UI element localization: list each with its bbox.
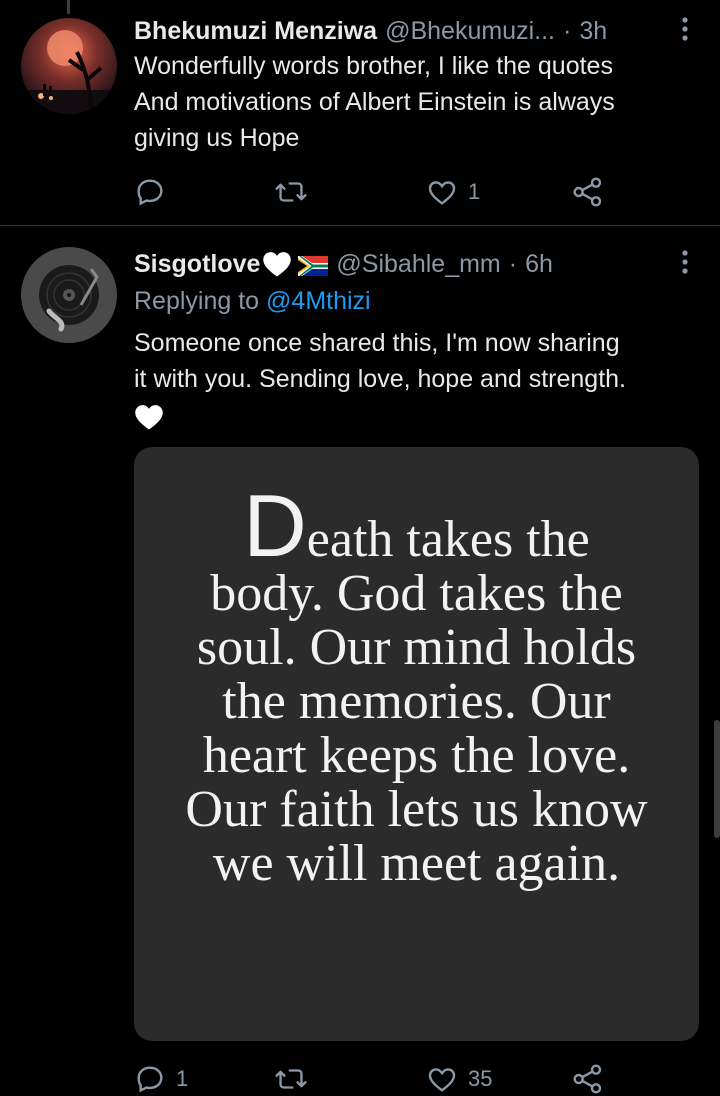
south-africa-flag-icon bbox=[298, 254, 329, 276]
mention-link[interactable]: @4Mthizi bbox=[266, 287, 371, 315]
more-icon[interactable] bbox=[670, 14, 700, 44]
like-button[interactable]: 35 bbox=[426, 1059, 492, 1096]
quote-dropcap: D bbox=[243, 476, 307, 575]
scrollbar[interactable] bbox=[714, 720, 720, 838]
like-icon bbox=[428, 181, 456, 205]
like-icon bbox=[428, 1068, 456, 1092]
share-icon bbox=[573, 177, 602, 207]
retweet-icon bbox=[275, 182, 307, 202]
separator-dot: · bbox=[508, 249, 518, 278]
like-count: 1 bbox=[468, 179, 481, 204]
tweet-actions: 1 35 bbox=[134, 1059, 614, 1096]
tweet-reply-2[interactable]: Sisgotlove @Sibahle_mm · 6h Replying to … bbox=[0, 227, 720, 1096]
retweet-button[interactable] bbox=[274, 172, 318, 212]
like-count: 35 bbox=[468, 1066, 493, 1091]
user-handle[interactable]: @Bhekumuzi... bbox=[385, 17, 555, 46]
reply-button[interactable]: 1 bbox=[134, 1059, 188, 1096]
quote-first-line: eath takes the bbox=[306, 511, 590, 568]
tweet-header: Sisgotlove @Sibahle_mm · 6h bbox=[134, 247, 700, 281]
tweet-text: Someone once shared this, I'm now sharin… bbox=[134, 329, 626, 393]
share-button[interactable] bbox=[572, 172, 604, 212]
tweet-content: Bhekumuzi Menziwa @Bhekumuzi... · 3h Won… bbox=[134, 14, 700, 156]
avatar[interactable] bbox=[21, 247, 117, 343]
replying-to: Replying to @4Mthizi bbox=[134, 283, 700, 319]
tweet-actions: 1 bbox=[134, 172, 614, 212]
replying-to-label: Replying to bbox=[134, 287, 267, 315]
retweet-button[interactable] bbox=[274, 1059, 318, 1096]
timestamp[interactable]: 6h bbox=[525, 250, 553, 279]
user-handle[interactable]: @Sibahle_mm bbox=[336, 250, 500, 279]
like-button[interactable]: 1 bbox=[426, 172, 480, 212]
tweet-reply-1[interactable]: Bhekumuzi Menziwa @Bhekumuzi... · 3h Won… bbox=[0, 0, 720, 226]
separator-dot: · bbox=[562, 16, 572, 45]
avatar[interactable] bbox=[21, 18, 117, 114]
share-button[interactable] bbox=[572, 1059, 604, 1096]
more-icon[interactable] bbox=[670, 247, 700, 277]
display-name[interactable]: Bhekumuzi Menziwa bbox=[134, 17, 377, 46]
heart-emoji bbox=[262, 250, 292, 278]
tweet-image[interactable]: Death takes the body. God takes the soul… bbox=[134, 447, 699, 1041]
quote-body: body. God takes the soul. Our mind holds… bbox=[185, 565, 648, 892]
tweet-text: Wonderfully words brother, I like the qu… bbox=[134, 52, 615, 152]
heart-emoji bbox=[134, 397, 700, 437]
timestamp[interactable]: 3h bbox=[579, 17, 607, 46]
reply-icon bbox=[137, 1066, 163, 1093]
share-icon bbox=[573, 1064, 602, 1094]
retweet-icon bbox=[275, 1069, 307, 1089]
reply-button[interactable] bbox=[134, 172, 176, 212]
tweet-header: Bhekumuzi Menziwa @Bhekumuzi... · 3h bbox=[134, 14, 700, 48]
image-quote-text: Death takes the body. God takes the soul… bbox=[134, 482, 699, 892]
reply-icon bbox=[137, 179, 163, 206]
tweet-content: Sisgotlove @Sibahle_mm · 6h Replying to … bbox=[134, 247, 700, 437]
display-name[interactable]: Sisgotlove bbox=[134, 250, 260, 279]
reply-count: 1 bbox=[176, 1066, 189, 1091]
